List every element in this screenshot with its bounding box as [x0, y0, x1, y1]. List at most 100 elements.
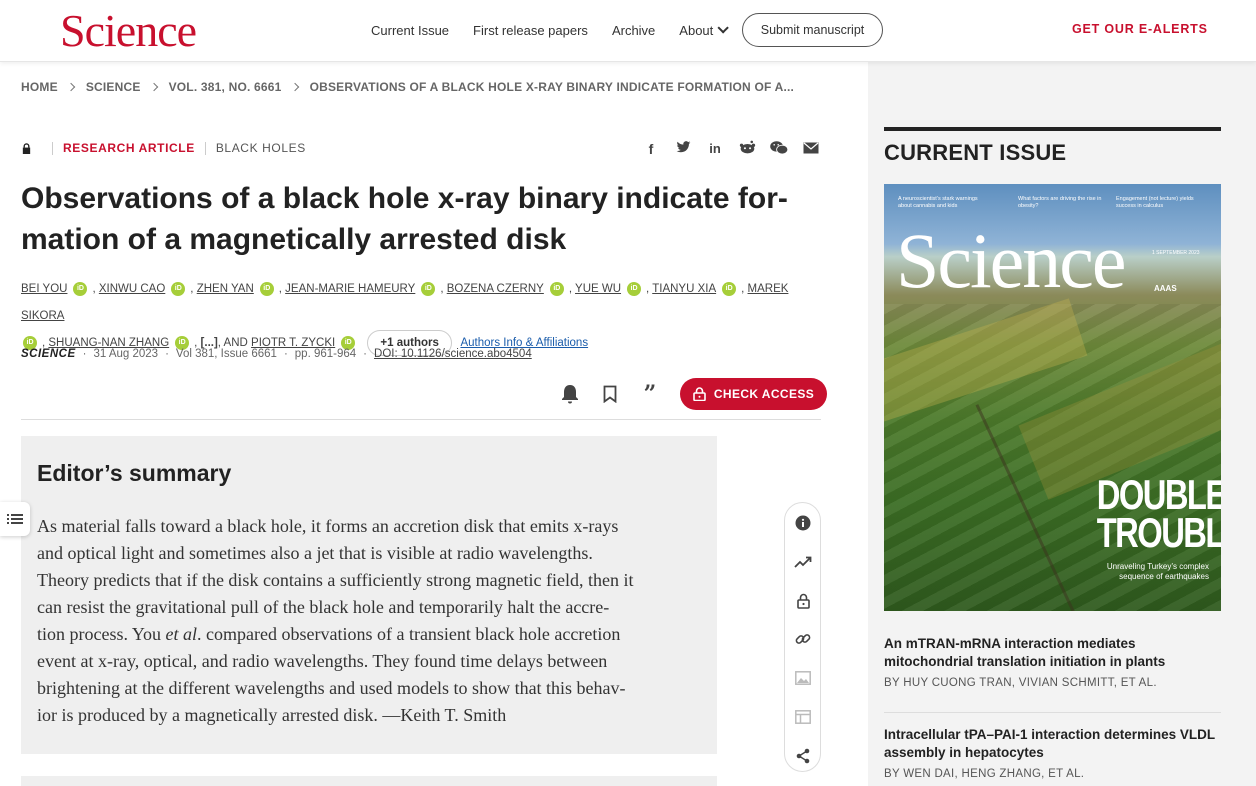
- summary-italic: et al: [165, 624, 198, 644]
- sidebar-article-authors: BY HUY CUONG TRAN, VIVIAN SCHMITT, ET AL…: [884, 677, 1157, 689]
- separator-dot: ·: [165, 348, 169, 360]
- article-type[interactable]: RESEARCH ARTICLE: [63, 141, 195, 155]
- article-title-line: Observations of a black hole x-ray binar…: [21, 182, 788, 215]
- nav-first-release[interactable]: First release papers: [473, 23, 588, 38]
- orcid-icon[interactable]: iD: [627, 281, 642, 296]
- next-section: [21, 776, 717, 786]
- issue-cover[interactable]: A neuroscientist’s stark warnings about …: [884, 184, 1221, 611]
- linkedin-icon[interactable]: in: [704, 140, 726, 158]
- summary-line: tion process. You: [37, 624, 166, 644]
- cite-icon[interactable]: ”: [638, 382, 662, 406]
- author-link[interactable]: YUE WU: [575, 283, 621, 295]
- cover-headline: DOUBLE TROUBLE: [1097, 474, 1221, 554]
- divider: [21, 419, 821, 420]
- sidebar-article-title[interactable]: An mTRAN-mRNA interaction mediates mitoc…: [884, 635, 1224, 671]
- author-link[interactable]: TIANYU XIA: [652, 283, 716, 295]
- reddit-icon[interactable]: [736, 140, 758, 158]
- nav-current-issue[interactable]: Current Issue: [371, 23, 449, 38]
- sidebar-article: Intracellular tPA–PAI-1 interaction dete…: [884, 726, 1224, 780]
- trending-icon[interactable]: [793, 552, 813, 572]
- nav-about[interactable]: About: [679, 22, 730, 38]
- summary-line: and optical light and sometimes also a j…: [37, 543, 593, 563]
- site-header: Science Current Issue First release pape…: [0, 0, 1256, 62]
- current-issue-heading: CURRENT ISSUE: [884, 140, 1067, 165]
- author-link[interactable]: ZHEN YAN: [197, 283, 254, 295]
- orcid-icon[interactable]: iD: [421, 281, 436, 296]
- email-icon[interactable]: [800, 140, 822, 158]
- summary-line: event at x-ray, optical, and radio wavel…: [37, 651, 608, 671]
- divider: [204, 141, 206, 155]
- main-nav: Current Issue First release papers Archi…: [371, 13, 749, 47]
- cover-subhead: Unraveling Turkey’s complex sequence of …: [1106, 562, 1209, 581]
- orcid-icon[interactable]: iD: [171, 281, 186, 296]
- check-access-label: CHECK ACCESS: [713, 387, 815, 401]
- separator-dot: ·: [82, 348, 87, 360]
- divider: [52, 141, 53, 155]
- toc-toggle-button[interactable]: [0, 502, 30, 536]
- bell-icon[interactable]: [558, 382, 582, 406]
- article-title-line: mation of a magnetically arrested disk: [21, 223, 567, 256]
- check-access-button[interactable]: CHECK ACCESS: [680, 378, 827, 410]
- summary-line: brightening at the different wavelengths…: [37, 678, 626, 698]
- table-icon[interactable]: [793, 707, 813, 727]
- doi-link[interactable]: DOI: 10.1126/science.abo4504: [374, 348, 532, 360]
- science-logo[interactable]: Science: [60, 8, 197, 54]
- cover-headline-line: TROUBLE: [1096, 509, 1221, 556]
- sidebar-article-title[interactable]: Intracellular tPA–PAI-1 interaction dete…: [884, 726, 1224, 762]
- orcid-icon[interactable]: iD: [722, 281, 737, 296]
- article-topic[interactable]: BLACK HOLES: [216, 141, 306, 155]
- chevron-right-icon: [290, 82, 299, 92]
- summary-heading: Editor’s summary: [37, 460, 232, 486]
- separator-dot: ·: [363, 348, 368, 360]
- author-link[interactable]: JEAN-MARIE HAMEURY: [285, 283, 415, 295]
- wechat-icon[interactable]: [768, 140, 790, 158]
- cover-logo: Science: [896, 217, 1127, 304]
- summary-line: ior is produced by a magnetically arrest…: [37, 705, 507, 725]
- orcid-icon[interactable]: iD: [73, 281, 88, 296]
- nav-archive[interactable]: Archive: [612, 23, 655, 38]
- e-alerts-link[interactable]: GET OUR E-ALERTS: [1072, 22, 1208, 36]
- cover-teaser: A neuroscientist’s stark warnings about …: [898, 196, 978, 209]
- breadcrumb-home[interactable]: HOME: [21, 80, 58, 94]
- submit-manuscript-button[interactable]: Submit manuscript: [742, 13, 883, 47]
- article-title: Observations of a black hole x-ray binar…: [21, 178, 821, 260]
- facebook-icon[interactable]: f: [640, 140, 662, 158]
- editors-summary: Editor’s summary As material falls towar…: [21, 436, 717, 754]
- breadcrumb-current: OBSERVATIONS OF A BLACK HOLE X-RAY BINAR…: [309, 80, 795, 94]
- breadcrumb-issue[interactable]: VOL. 381, NO. 6661: [169, 80, 282, 94]
- chevron-down-icon: [717, 22, 730, 34]
- twitter-icon[interactable]: [672, 140, 694, 158]
- info-icon[interactable]: [793, 513, 813, 533]
- divider: [884, 712, 1221, 713]
- orcid-icon[interactable]: iD: [549, 281, 564, 296]
- author-link[interactable]: BEI YOU: [21, 283, 67, 295]
- lock-icon: [22, 142, 31, 154]
- orcid-icon[interactable]: iD: [259, 281, 274, 296]
- divider: [884, 127, 1221, 131]
- cover-publisher: AAAS: [1154, 284, 1177, 293]
- journal-name: SCIENCE: [21, 348, 76, 360]
- volume-issue[interactable]: Vol 381, Issue 6661: [176, 348, 277, 360]
- lock-icon[interactable]: [793, 591, 813, 611]
- breadcrumb-science[interactable]: SCIENCE: [86, 80, 141, 94]
- tool-rail: [784, 502, 821, 772]
- list-icon: [7, 514, 23, 524]
- author-list: BEI YOU iD, XINWU CAO iD, ZHEN YAN iD, JEAN…: [21, 276, 821, 357]
- chevron-right-icon: [149, 82, 158, 92]
- share-icon[interactable]: [793, 746, 813, 766]
- author-link[interactable]: BOZENA CZERNY: [447, 283, 544, 295]
- citation-info: SCIENCE · 31 Aug 2023 · Vol 381, Issue 6…: [21, 348, 532, 360]
- share-bar: f in: [640, 140, 832, 158]
- nav-about-label: About: [679, 22, 714, 38]
- bookmark-icon[interactable]: [598, 382, 622, 406]
- sidebar-article-authors: BY WEN DAI, HENG ZHANG, ET AL.: [884, 768, 1085, 780]
- summary-text: As material falls toward a black hole, i…: [37, 513, 705, 729]
- author-link[interactable]: XINWU CAO: [99, 283, 165, 295]
- image-icon[interactable]: [793, 668, 813, 688]
- summary-line: As material falls toward a black hole, i…: [37, 516, 619, 536]
- summary-line: Theory predicts that if the disk contain…: [37, 570, 634, 590]
- cover-date: 1 SEPTEMBER 2023: [1152, 250, 1200, 256]
- article-actions: ” CHECK ACCESS: [558, 378, 827, 410]
- link-icon[interactable]: [793, 629, 813, 649]
- lock-icon: [693, 387, 706, 401]
